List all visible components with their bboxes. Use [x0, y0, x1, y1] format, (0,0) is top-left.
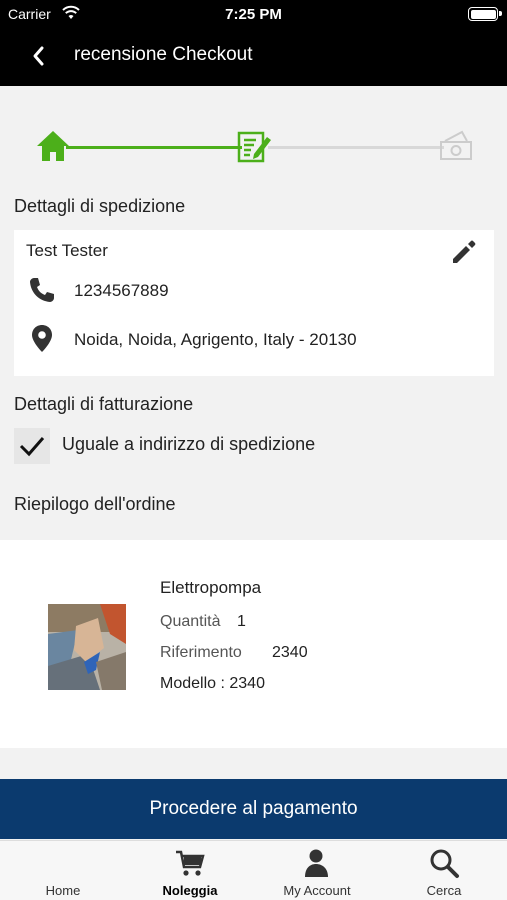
nav-bar: recensione Checkout — [0, 28, 507, 86]
shipping-phone: 1234567889 — [74, 281, 169, 300]
proceed-to-payment-button[interactable]: Procedere al pagamento — [0, 779, 507, 839]
shipping-name: Test Tester — [26, 241, 108, 260]
progress-line-done — [66, 146, 242, 149]
cart-icon — [176, 850, 205, 876]
checkmark-icon — [19, 437, 45, 457]
same-address-label: Uguale a indirizzo di spedizione — [62, 434, 316, 454]
status-bar: Carrier 7:25 PM — [0, 0, 507, 28]
back-chevron-icon[interactable] — [26, 42, 54, 70]
tab-cerca-label: Cerca — [426, 883, 462, 898]
quantity-value: 1 — [237, 613, 246, 630]
edit-pencil-icon[interactable] — [448, 236, 480, 268]
tab-noleggia-label: Noleggia — [162, 883, 218, 898]
billing-section-title: Dettagli di fatturazione — [14, 394, 194, 414]
product-name: Elettropompa — [160, 578, 262, 597]
tab-bar: Home Noleggia My Account Cerca — [0, 840, 507, 900]
phone-icon — [30, 278, 54, 302]
payment-step-icon — [440, 130, 472, 160]
tab-my-account-label: My Account — [283, 883, 351, 898]
quantity-label: Quantità — [160, 613, 221, 630]
shipping-address: Noida, Noida, Agrigento, Italy - 20130 — [74, 330, 357, 349]
tab-home-label: Home — [45, 883, 81, 898]
order-summary-title: Riepilogo dell'ordine — [14, 494, 176, 514]
shipping-section-title: Dettagli di spedizione — [14, 196, 186, 216]
order-item-card: Elettropompa Quantità 1 Riferimento 2340… — [0, 540, 507, 748]
product-image[interactable] — [48, 604, 126, 690]
battery-icon — [468, 7, 502, 21]
search-icon — [430, 849, 459, 878]
tab-my-account[interactable]: My Account — [254, 841, 380, 900]
home-step-icon — [37, 131, 69, 161]
model-text: Modello : 2340 — [160, 675, 265, 692]
clock-time: 7:25 PM — [225, 6, 282, 23]
tab-noleggia[interactable]: Noleggia — [127, 841, 253, 900]
same-address-checkbox[interactable] — [14, 428, 50, 464]
reference-label: Riferimento — [160, 644, 242, 661]
page-title: recensione Checkout — [74, 44, 253, 65]
tab-home[interactable]: Home — [0, 841, 126, 900]
checkout-stepper — [0, 120, 507, 176]
location-pin-icon — [32, 325, 52, 352]
review-step-icon — [237, 131, 271, 163]
tab-cerca[interactable]: Cerca — [381, 841, 507, 900]
shipping-card: Test Tester 1234567889 Noida, Noida, Agr… — [14, 230, 494, 376]
progress-line-todo — [268, 146, 444, 149]
reference-value: 2340 — [272, 644, 308, 661]
user-icon — [305, 849, 328, 877]
